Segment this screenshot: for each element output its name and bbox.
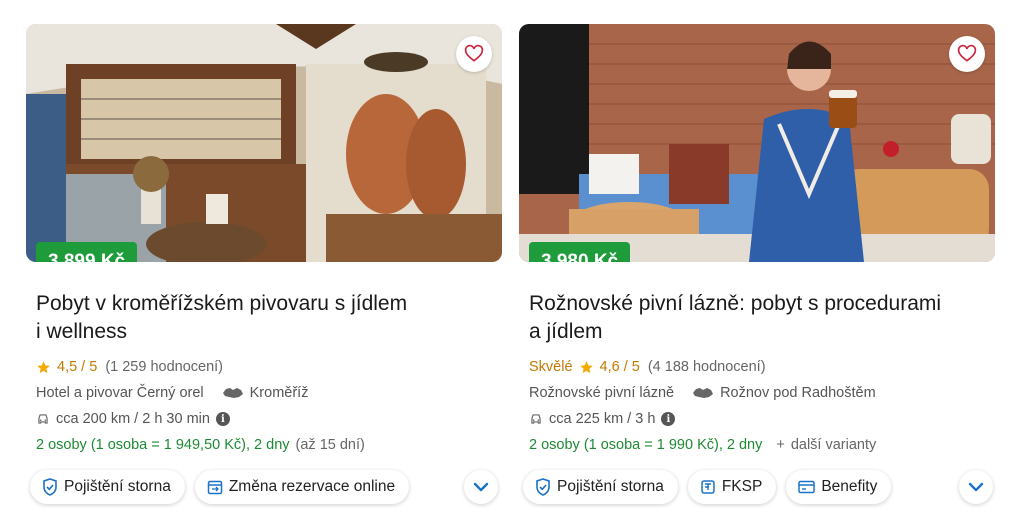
offer-title[interactable]: Rožnovské pivní lázně: pobyt s procedura… <box>529 290 959 346</box>
tag-label: Pojištění storna <box>64 478 171 495</box>
hotel-name: Rožnovské pivní lázně <box>529 385 675 401</box>
rating-row: Skvělé 4,6 / 5 (4 188 hodnocení) <box>529 354 995 380</box>
offer-title-line2: a jídlem <box>529 320 603 343</box>
tag-reservation-change[interactable]: Změna rezervace online <box>194 470 410 504</box>
czech-region-icon <box>222 388 243 398</box>
rating-count: (4 188 hodnocení) <box>647 359 766 375</box>
quality-label: Skvělé <box>529 359 573 375</box>
benefit-card-icon <box>798 480 816 494</box>
favorite-button[interactable] <box>456 36 492 72</box>
tag-benefits[interactable]: Benefity <box>786 470 892 504</box>
czech-region-icon <box>693 388 714 398</box>
offer-photo[interactable]: 3 899 Kč <box>26 24 502 262</box>
location-row: Hotel a pivovar Černý orel Kroměříž <box>36 380 502 406</box>
duration-range: (až 15 dní) <box>295 437 365 453</box>
car-icon <box>38 414 48 424</box>
tag-label: Pojištění storna <box>557 478 664 495</box>
tag-fksp[interactable]: FKSP <box>687 470 777 504</box>
feature-tags: Pojištění storna FKSP Benefity <box>523 470 892 504</box>
chevron-down-icon <box>473 482 489 492</box>
location-name: Rožnov pod Radhoštěm <box>720 385 876 401</box>
more-variants-link[interactable]: další varianty <box>791 437 876 453</box>
heart-outline-icon <box>464 44 484 62</box>
persons-price: 2 osoby (1 osoba = 1 990 Kč), 2 dny <box>529 437 763 453</box>
persons-price: 2 osoby (1 osoba = 1 949,50 Kč), 2 dny <box>36 437 290 453</box>
rating-row: 4,5 / 5 (1 259 hodnocení) <box>36 354 502 380</box>
expand-button[interactable] <box>464 470 498 504</box>
feature-tags: Pojištění storna Změna rezervace online <box>30 470 410 504</box>
star-icon <box>579 360 593 373</box>
beer-spa-photo <box>519 24 995 262</box>
tag-label: Změna rezervace online <box>228 478 396 495</box>
offer-title-line1: Rožnovské pivní lázně: pobyt s procedura… <box>529 292 942 315</box>
tag-insurance[interactable]: Pojištění storna <box>30 470 185 504</box>
calendar-change-icon <box>207 480 223 495</box>
distance-row: cca 200 km / 2 h 30 min i <box>36 406 502 432</box>
favorite-button[interactable] <box>949 36 985 72</box>
location-row: Rožnovské pivní lázně Rožnov pod Radhošt… <box>529 380 995 406</box>
rating-count: (1 259 hodnocení) <box>105 359 224 375</box>
distance-text: cca 225 km / 3 h <box>549 411 656 427</box>
star-icon <box>37 360 50 373</box>
chevron-down-icon <box>968 482 984 492</box>
expand-button[interactable] <box>959 470 993 504</box>
price-badge: 3 980 Kč <box>529 242 631 262</box>
persons-row: 2 osoby (1 osoba = 1 990 Kč), 2 dny + da… <box>529 432 995 458</box>
hotel-name: Hotel a pivovar Černý orel <box>36 385 204 401</box>
plus-sign: + <box>776 437 785 453</box>
location-name: Kroměříž <box>249 385 309 401</box>
offer-title-line1: Pobyt v kroměřížském pivovaru s jídlem <box>36 292 408 315</box>
rating-value: 4,6 / 5 <box>599 359 640 375</box>
price-badge: 3 899 Kč <box>36 242 138 262</box>
tag-label: FKSP <box>721 478 763 495</box>
distance-text: cca 200 km / 2 h 30 min <box>56 411 210 427</box>
offer-card[interactable]: 3 899 Kč Pobyt v kroměřížském pivovaru s… <box>26 24 502 504</box>
rating-value: 4,5 / 5 <box>57 359 98 375</box>
distance-row: cca 225 km / 3 h i <box>529 406 995 432</box>
info-icon[interactable]: i <box>661 412 676 426</box>
heart-outline-icon <box>957 44 977 62</box>
tag-insurance[interactable]: Pojištění storna <box>523 470 678 504</box>
offer-title-line2: i wellness <box>36 320 128 343</box>
tag-label: Benefity <box>821 478 878 495</box>
brewery-interior-photo <box>26 24 502 262</box>
insurance-icon <box>536 478 550 496</box>
offer-photo[interactable]: 3 980 Kč <box>519 24 995 262</box>
insurance-icon <box>43 478 57 496</box>
info-icon[interactable]: i <box>215 412 230 426</box>
offer-title[interactable]: Pobyt v kroměřížském pivovaru s jídlem i… <box>36 290 466 346</box>
car-icon <box>531 414 541 424</box>
persons-row: 2 osoby (1 osoba = 1 949,50 Kč), 2 dny (… <box>36 432 502 458</box>
offer-card[interactable]: 3 980 Kč Rožnovské pivní lázně: pobyt s … <box>519 24 995 504</box>
fksp-icon <box>701 480 715 494</box>
